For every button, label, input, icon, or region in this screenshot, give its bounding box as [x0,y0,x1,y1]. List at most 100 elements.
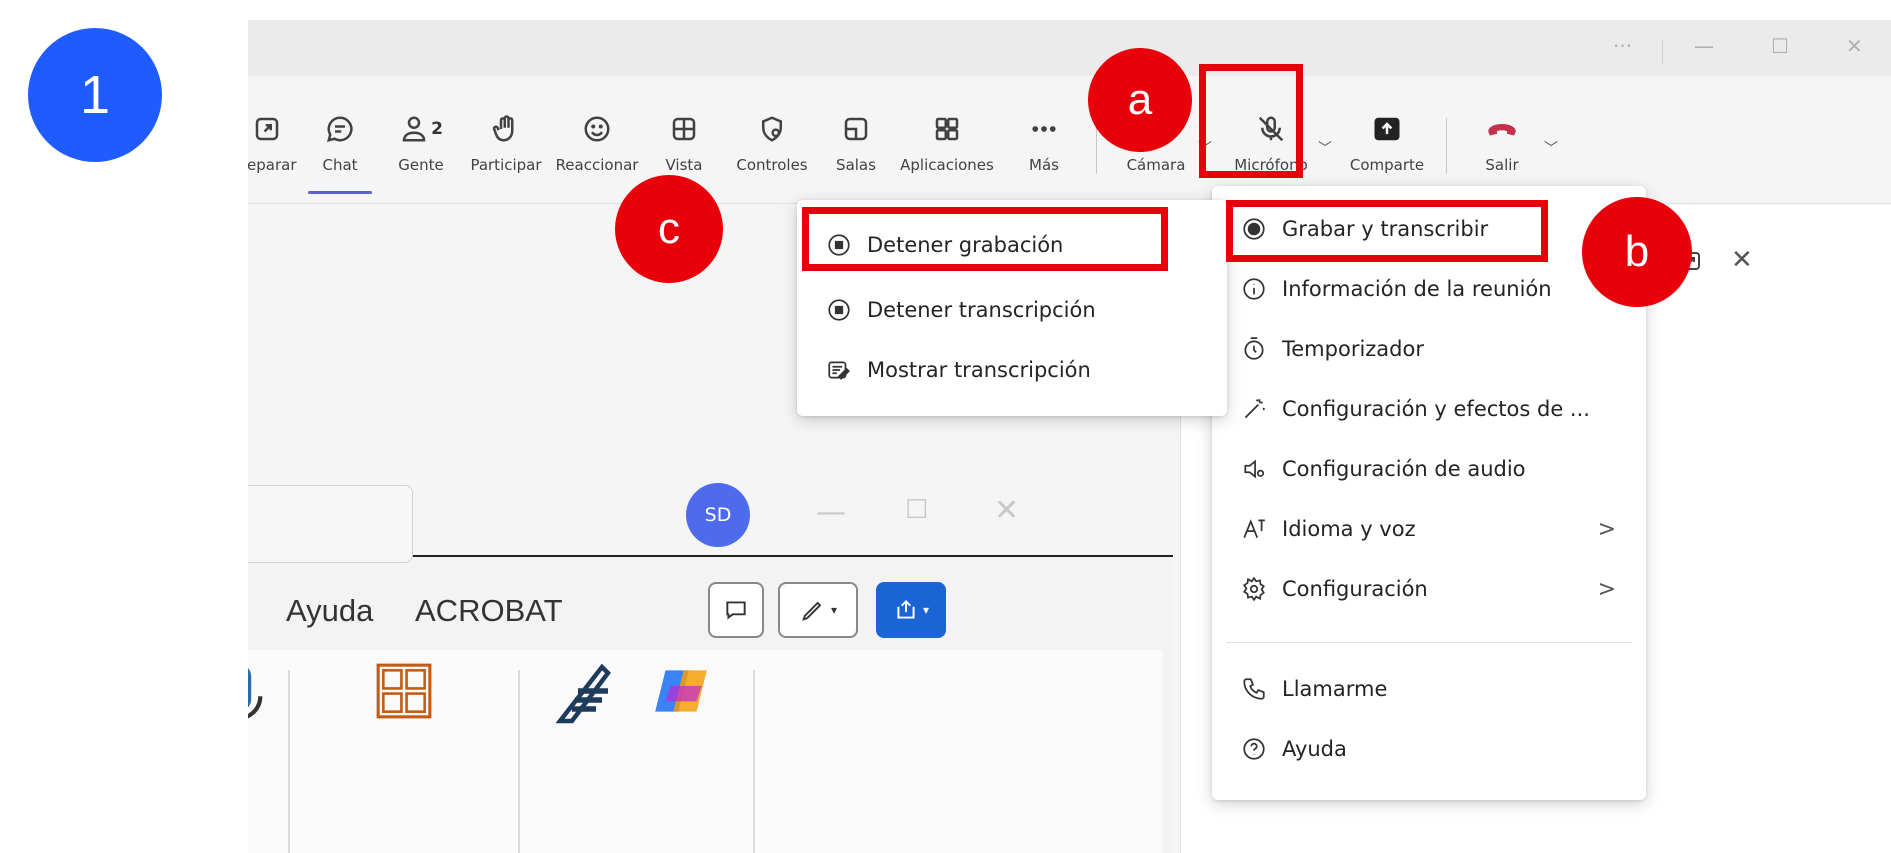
transcript-icon [825,356,853,384]
word-close-icon[interactable]: ✕ [994,493,1019,528]
reaccionar-button[interactable]: Reaccionar [552,76,642,204]
maximize-icon[interactable]: ☐ [1771,34,1789,58]
annotation-b: b [1582,197,1692,307]
people-count: 2 [431,119,443,139]
menu-item-llamarme[interactable]: Llamarme [1212,664,1646,714]
comparte-label: Comparte [1349,156,1425,174]
word-minimize-icon[interactable]: — [816,495,846,530]
ribbon-divider-3 [753,670,755,853]
annotation-c: c [615,175,723,283]
share-document-button[interactable]: ▾ [876,582,946,638]
menu-item-label: Configuración y efectos de ... [1282,397,1590,421]
separar-button[interactable]: Separar [248,76,304,204]
chat-label: Chat [322,156,358,174]
raise-hand-icon [492,115,514,142]
salas-button[interactable]: Salas [826,76,886,204]
camara-label: Cámara [1126,156,1186,174]
salir-label: Salir [1485,156,1519,174]
close-icon[interactable]: ✕ [1846,34,1863,58]
participar-button[interactable]: Participar [464,76,548,204]
comment-icon [726,601,746,620]
pop-out-icon [255,117,279,141]
controles-label: Controles [736,156,808,174]
more-icon [1032,126,1056,132]
separar-label: Separar [248,156,297,174]
title-divider [1662,40,1663,64]
ribbon-divider [288,670,290,853]
step-number-badge: 1 [28,28,162,162]
avatar[interactable]: SD [686,483,750,547]
salir-button[interactable]: Salir [1474,76,1530,204]
title-bar: ··· — ☐ ✕ [248,20,1891,76]
word-maximize-icon[interactable]: ☐ [905,495,928,525]
record-icon [825,296,853,324]
minimize-icon[interactable]: — [1694,34,1714,58]
pen-icon [802,601,822,621]
menu-item-label: Configuración de audio [1282,457,1526,481]
settings-icon [1240,575,1268,603]
share-doc-chevron-icon: ▾ [922,603,930,617]
menu-item-mostrar-transcripcion[interactable]: Mostrar transcripción [797,345,1227,395]
comparte-button[interactable]: Comparte [1342,76,1432,204]
menu-item-ayuda[interactable]: Ayuda [1212,724,1646,774]
menu-item-label: Configuración [1282,577,1428,601]
menu-item-label: Temporizador [1282,337,1424,361]
mas-label: Más [1029,156,1059,174]
more-options-menu: Grabar y transcribir Información de la r… [1212,186,1646,800]
leave-call-icon [1488,123,1516,136]
menu-item-label: Detener transcripción [867,298,1096,322]
panel-close-icon[interactable]: ✕ [1731,245,1753,275]
apps-icon [935,117,959,141]
menu-item-detener-transcripcion[interactable]: Detener transcripción [797,285,1227,335]
annotation-box-mas [1199,64,1303,178]
word-search-box[interactable] [248,485,413,563]
menu-item-configuracion-audio[interactable]: Configuración de audio [1212,444,1646,494]
people-icon [402,116,426,142]
controls-icon [762,116,782,142]
title-more-icon[interactable]: ··· [1613,34,1632,58]
audio-settings-icon [1240,455,1268,483]
layout-grid-icon[interactable] [373,660,435,722]
aplicaciones-button[interactable]: Aplicaciones [898,76,996,204]
menu-item-configuracion-efectos[interactable]: Configuración y efectos de ... [1212,384,1646,434]
timer-icon [1240,335,1268,363]
chat-button[interactable]: Chat [308,76,372,204]
share-doc-icon [897,599,915,619]
mic-options-chevron-icon[interactable]: ﹀ [1318,138,1332,158]
editing-button[interactable]: ▾ [778,582,858,638]
submenu-chevron-icon: > [1597,516,1616,542]
active-tab-indicator [308,191,372,194]
gente-label: Gente [398,156,444,174]
participar-label: Participar [470,156,542,174]
vista-label: Vista [665,156,703,174]
chat-icon [326,116,353,143]
comments-button[interactable] [708,582,764,638]
rooms-icon [844,117,868,141]
acrobat-sign-icon[interactable] [548,655,620,727]
menu-item-label: Idioma y voz [1282,517,1416,541]
menu-item-label: Información de la reunión [1282,277,1552,301]
leave-options-chevron-icon[interactable]: ﹀ [1544,138,1558,158]
menu-item-idioma-y-voz[interactable]: Idioma y voz > [1212,504,1646,554]
react-icon [584,116,610,142]
salas-label: Salas [836,156,876,174]
menu-item-configuracion[interactable]: Configuración > [1212,564,1646,614]
copilot-icon[interactable] [646,660,716,722]
annotation-a: a [1088,48,1192,152]
help-icon [1240,735,1268,763]
word-menu-acrobat[interactable]: ACROBAT [415,593,563,629]
mas-button[interactable]: Más [1010,76,1078,204]
menu-divider [1226,642,1632,643]
menu-item-informacion-reunion[interactable]: Información de la reunión [1212,264,1646,314]
menu-item-label: Mostrar transcripción [867,358,1091,382]
gente-button[interactable]: 2 Gente [386,76,456,204]
reaccionar-label: Reaccionar [555,156,639,174]
word-menu-ayuda[interactable]: Ayuda [286,593,373,629]
menu-item-temporizador[interactable]: Temporizador [1212,324,1646,374]
annotation-box-detener-grabacion [802,207,1168,271]
phone-icon [1240,675,1268,703]
controles-button[interactable]: Controles [728,76,816,204]
view-grid-icon [672,117,696,141]
dictate-mic-icon[interactable] [248,660,273,738]
editing-chevron-icon: ▾ [830,603,838,617]
